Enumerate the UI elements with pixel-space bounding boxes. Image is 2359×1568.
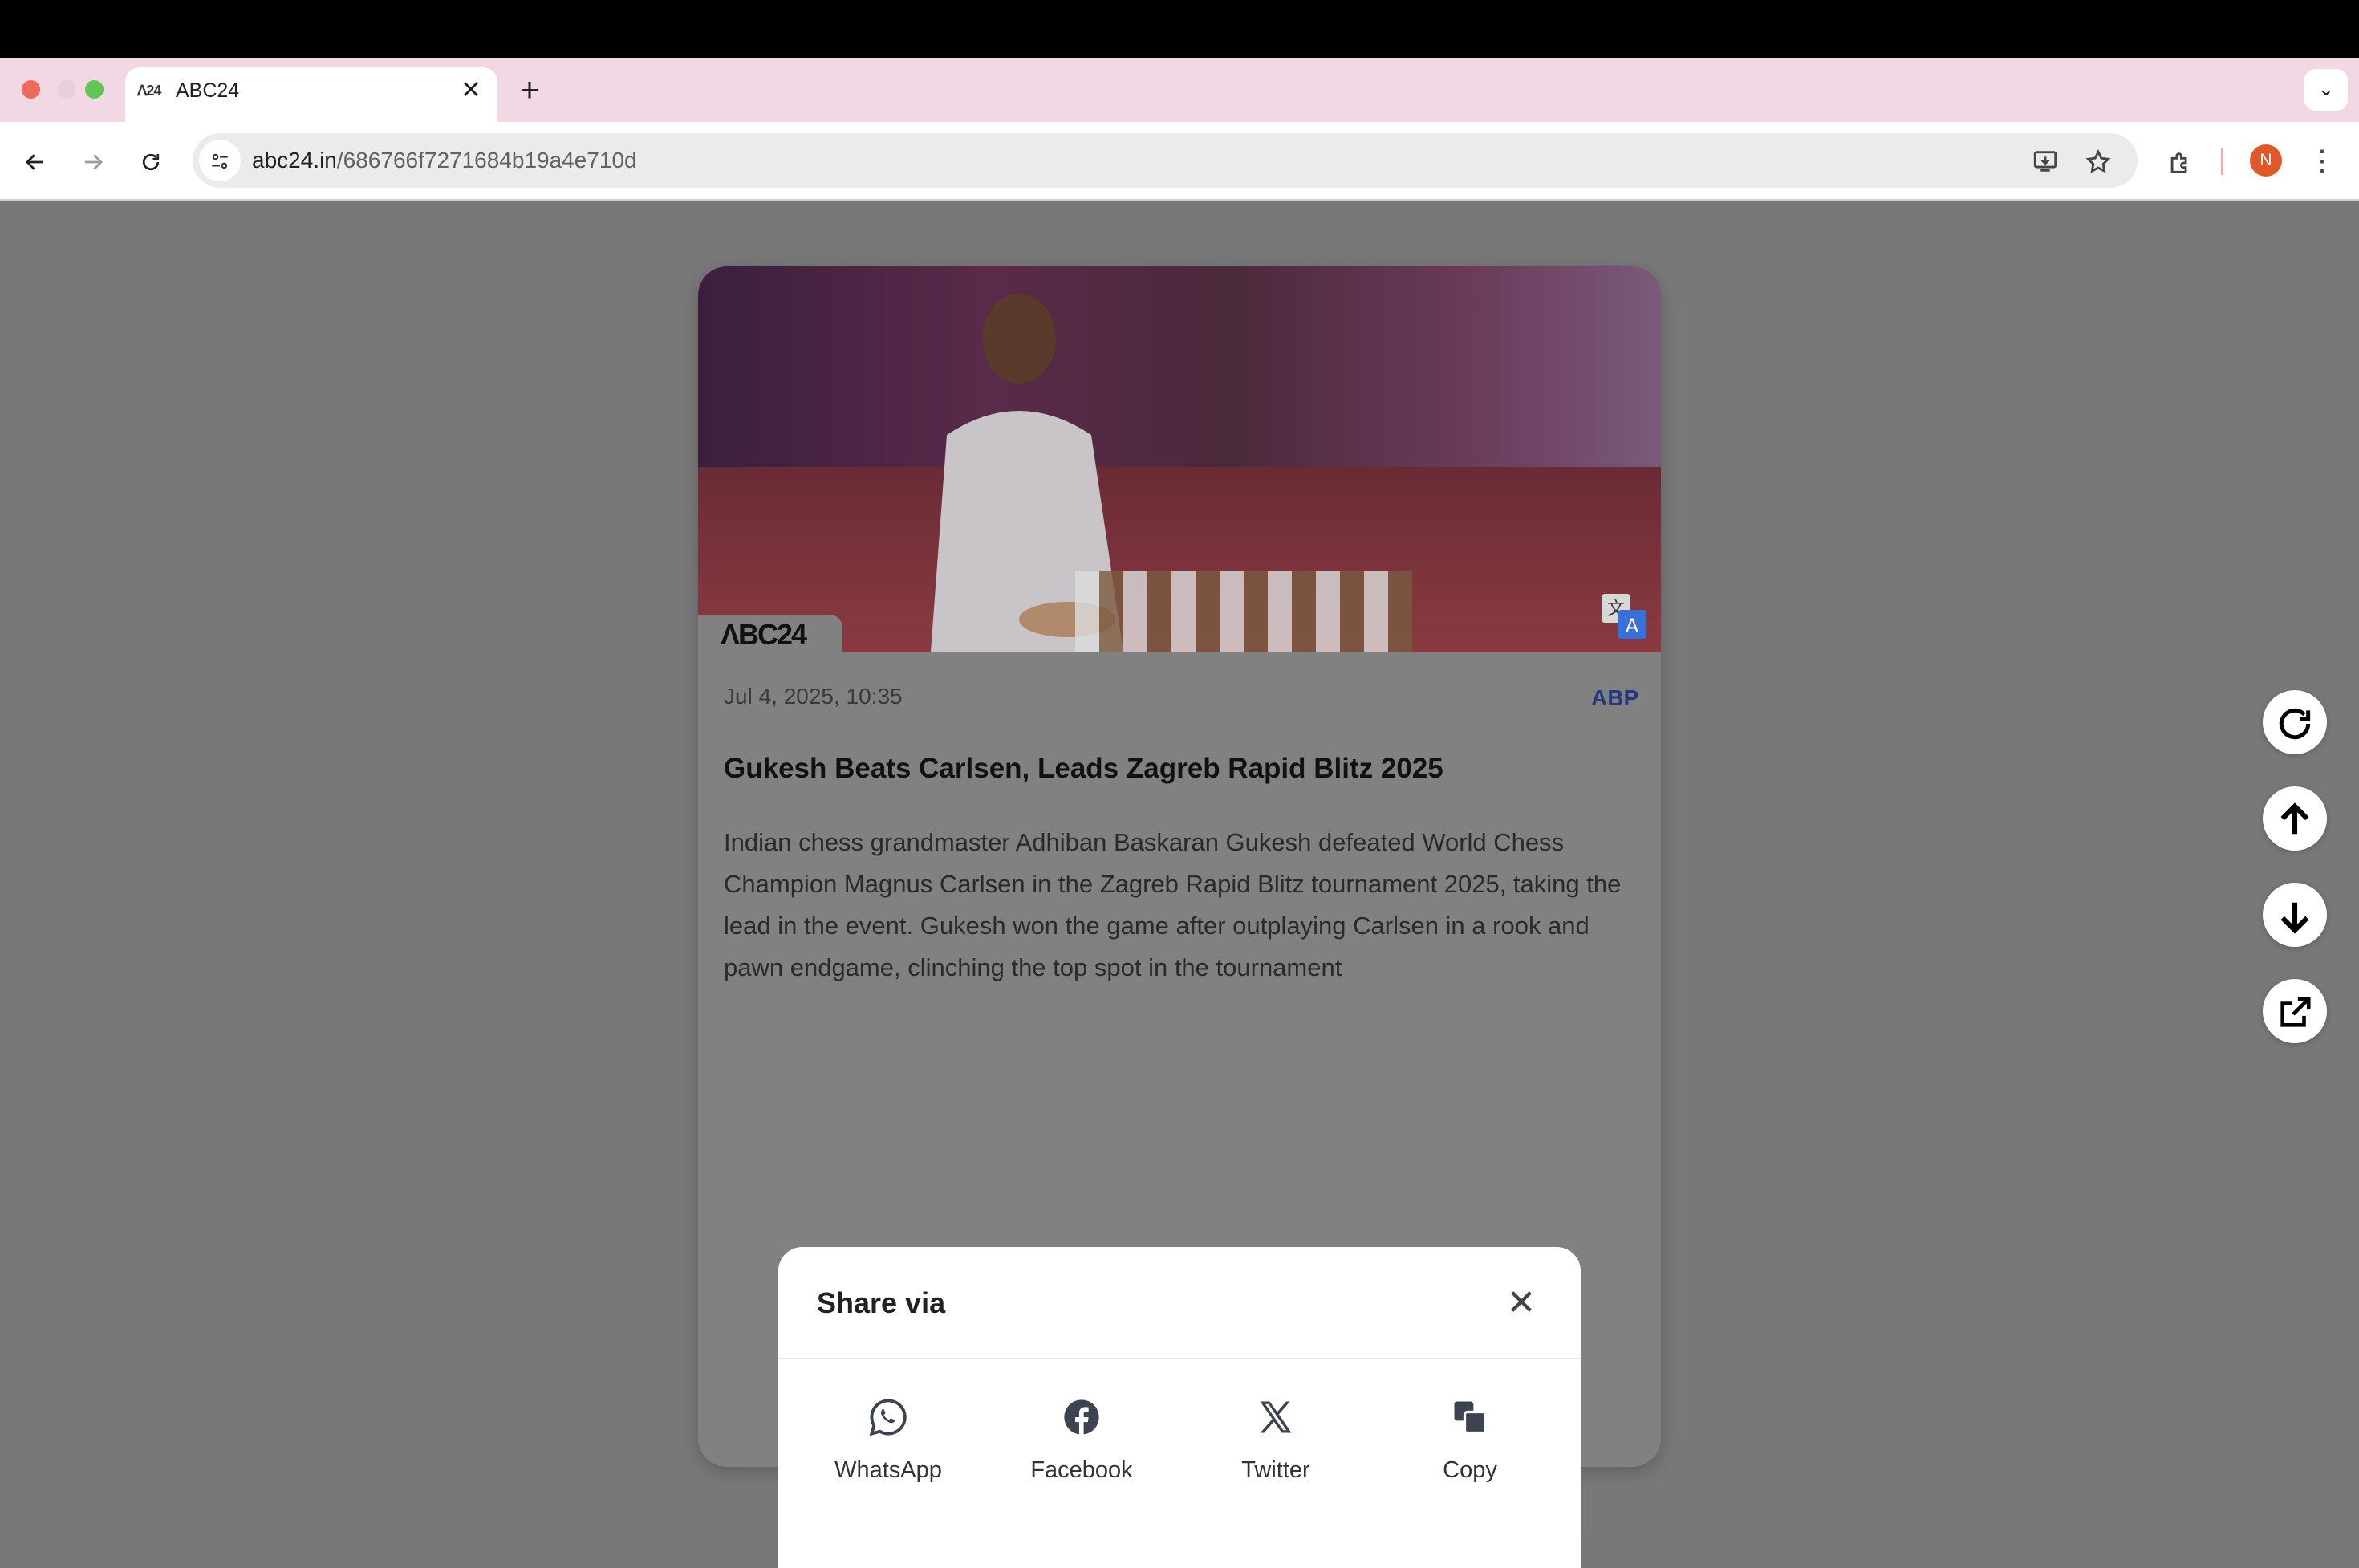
profile-avatar[interactable]: N xyxy=(2250,144,2282,177)
whatsapp-icon xyxy=(869,1399,907,1436)
tab-search-button[interactable]: ⌄ xyxy=(2304,69,2348,111)
url-text[interactable]: abc24.in/686766f7271684b19a4e710d xyxy=(252,146,637,175)
tab-favicon-icon: ᐱ24 xyxy=(137,83,161,99)
copy-icon xyxy=(1454,1401,1488,1435)
share-twitter-button[interactable]: Twitter xyxy=(1204,1396,1348,1509)
scroll-up-button[interactable] xyxy=(2263,786,2327,851)
share-option-label: Copy xyxy=(1443,1457,1497,1483)
close-icon[interactable]: ✕ xyxy=(1502,1284,1541,1322)
reload-button[interactable] xyxy=(132,141,170,180)
scroll-down-button[interactable] xyxy=(2263,883,2327,947)
arrow-right-icon xyxy=(85,154,103,170)
chess-board xyxy=(1075,571,1412,652)
share-divider xyxy=(778,1358,1581,1359)
translate-icon[interactable]: 文 A xyxy=(1600,592,1648,640)
tab-close-icon[interactable]: ✕ xyxy=(457,77,485,104)
reload-icon xyxy=(142,153,160,171)
window-minimize-button[interactable] xyxy=(58,80,76,99)
article-date: Jul 4, 2025, 10:35 xyxy=(724,684,903,709)
window-close-button[interactable] xyxy=(22,80,40,99)
svg-text:A: A xyxy=(1626,615,1639,637)
refresh-button[interactable] xyxy=(2263,690,2327,754)
toolbar-divider xyxy=(2221,148,2223,175)
share-button[interactable] xyxy=(2263,979,2327,1043)
share-option-label: WhatsApp xyxy=(834,1457,942,1483)
arrow-down-icon xyxy=(2280,903,2309,934)
extensions-button[interactable] xyxy=(2162,143,2199,178)
star-icon xyxy=(2085,149,2111,174)
forward-button[interactable] xyxy=(74,141,112,180)
article-source[interactable]: ABP xyxy=(1591,684,1638,713)
browser-menu-button[interactable]: ⋮ xyxy=(2306,143,2338,178)
puzzle-icon xyxy=(2170,152,2187,173)
window-maximize-button[interactable] xyxy=(85,80,104,99)
install-icon xyxy=(2033,151,2057,172)
tune-icon xyxy=(212,153,228,169)
brand-logo: ΛBC24 xyxy=(721,618,807,651)
share-copy-button[interactable]: Copy xyxy=(1398,1396,1542,1509)
article-hero-image: ΛBC24 文 A xyxy=(698,266,1661,652)
article-summary: Indian chess grandmaster Adhiban Baskara… xyxy=(724,828,1622,981)
share-whatsapp-button[interactable]: WhatsApp xyxy=(816,1396,960,1509)
share-sheet-title: Share via xyxy=(817,1286,946,1319)
arrow-left-icon xyxy=(26,154,43,170)
x-twitter-icon xyxy=(1260,1401,1292,1433)
share-facebook-button[interactable]: Facebook xyxy=(1009,1396,1154,1509)
new-tab-button[interactable]: + xyxy=(514,73,546,107)
arrow-up-icon xyxy=(2280,802,2309,835)
url-host: abc24.in xyxy=(252,148,337,173)
share-option-label: Facebook xyxy=(1030,1457,1133,1483)
back-button[interactable] xyxy=(16,141,55,180)
external-link-icon xyxy=(2280,997,2311,1028)
os-menu-bar xyxy=(0,0,2359,58)
article-headline: Gukesh Beats Carlsen, Leads Zagreb Rapid… xyxy=(724,753,1443,784)
install-app-button[interactable] xyxy=(2027,143,2064,178)
refresh-icon xyxy=(2279,709,2311,740)
facebook-icon xyxy=(1064,1399,1099,1435)
tab-title: ABC24 xyxy=(176,79,240,102)
site-info-icon[interactable] xyxy=(199,140,241,181)
bookmark-star-button[interactable] xyxy=(2080,143,2117,178)
share-option-label: Twitter xyxy=(1241,1457,1310,1483)
url-path: /686766f7271684b19a4e710d xyxy=(336,148,637,173)
